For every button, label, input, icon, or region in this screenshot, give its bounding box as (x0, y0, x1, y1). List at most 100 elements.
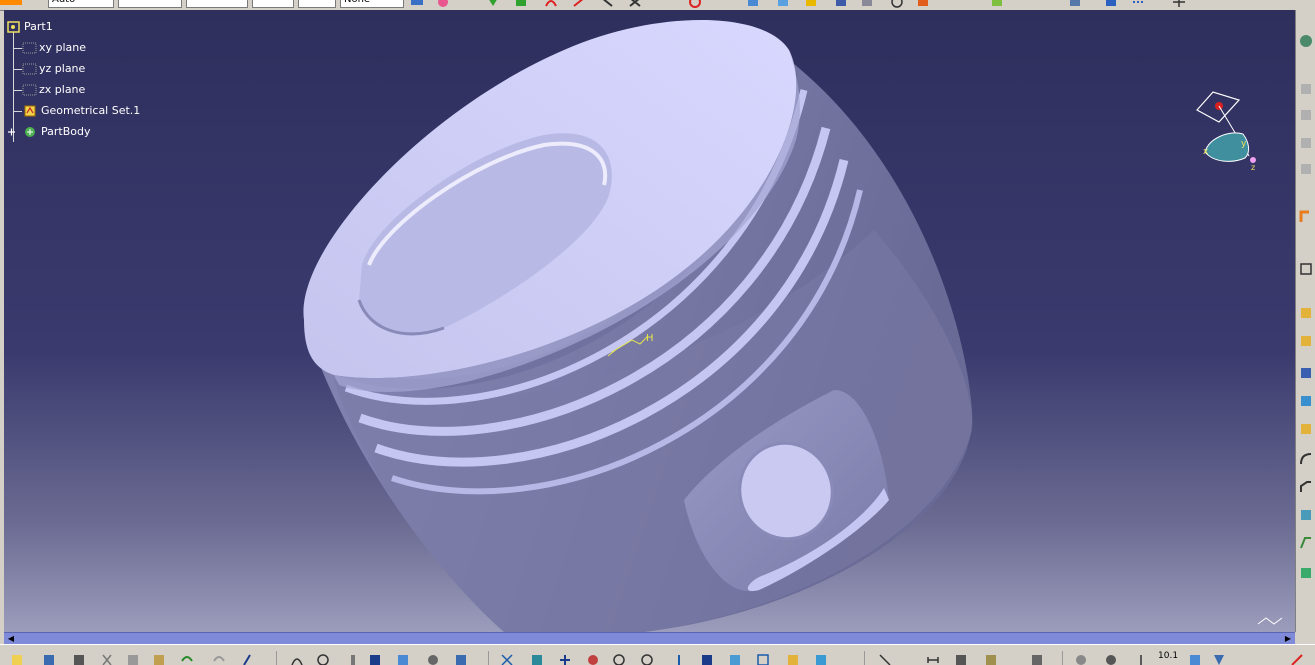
shaft-icon[interactable] (1299, 306, 1313, 320)
corner-icon[interactable] (1290, 653, 1304, 665)
analysis-icon[interactable] (1030, 653, 1044, 665)
zoom-area-icon[interactable] (612, 653, 626, 665)
toolbar-separator (864, 651, 865, 665)
orange-toolbar-icon[interactable] (0, 0, 22, 5)
color-field[interactable] (118, 0, 182, 8)
color-ball-icon[interactable] (436, 0, 450, 8)
normal-view-icon[interactable] (454, 653, 468, 665)
filter-icon[interactable] (1212, 653, 1226, 665)
line-icon[interactable] (572, 0, 586, 8)
edges-icon[interactable] (834, 0, 848, 8)
normal-to-icon[interactable] (672, 653, 686, 665)
arrow-icon[interactable] (600, 0, 614, 8)
fit-all-icon[interactable] (316, 653, 330, 665)
groove-icon[interactable] (1299, 334, 1313, 348)
shading-icon[interactable] (804, 0, 818, 8)
zoom-in-icon[interactable] (396, 653, 410, 665)
transparency-field[interactable] (186, 0, 248, 8)
snap-icon[interactable] (1132, 0, 1146, 8)
apply-material-icon[interactable] (1074, 653, 1088, 665)
select-icon[interactable] (878, 653, 892, 665)
view-mode-icon[interactable] (558, 653, 572, 665)
red-curve-icon[interactable] (544, 0, 558, 8)
measure-between-icon[interactable] (926, 653, 940, 665)
sketcher-icon[interactable] (1299, 34, 1313, 48)
painter-icon[interactable] (410, 0, 424, 8)
tree-label-partbody: PartBody (41, 125, 91, 138)
wireframe-icon[interactable] (756, 653, 770, 665)
shell-icon[interactable] (1299, 536, 1313, 550)
tree-label-zx-plane: zx plane (39, 83, 86, 96)
layer-field[interactable]: None (340, 0, 404, 8)
measure-item-icon[interactable] (954, 653, 968, 665)
constraint-icon[interactable] (1299, 82, 1313, 96)
expand-plus-icon[interactable] (7, 126, 16, 138)
shading-edges-icon[interactable] (728, 653, 742, 665)
slot-icon[interactable] (1299, 422, 1313, 436)
hide-show-icon[interactable] (860, 0, 874, 8)
tree-label-part1: Part1 (24, 20, 53, 33)
view-cube-icon[interactable] (746, 0, 760, 8)
green-arrow-icon[interactable] (486, 0, 500, 8)
3d-viewport[interactable]: H Part1 xy plane yz plane zx plane Geome… (4, 10, 1295, 632)
pocket-icon[interactable] (1299, 262, 1313, 276)
no-entry-icon[interactable] (688, 0, 702, 8)
box-green-icon[interactable] (990, 0, 1004, 8)
save-icon[interactable] (72, 653, 86, 665)
pad-icon[interactable] (1299, 210, 1313, 224)
transform-icon[interactable] (1299, 162, 1313, 176)
redo-icon[interactable] (212, 653, 226, 665)
chamfer-icon[interactable] (1299, 480, 1313, 494)
piston-model[interactable]: H (4, 10, 1295, 632)
tree-label-xy-plane: xy plane (39, 41, 87, 54)
sphere-icon[interactable] (1104, 653, 1118, 665)
scroll-right-arrow-icon[interactable]: ▶ (1283, 634, 1293, 644)
undo-icon[interactable] (180, 653, 194, 665)
compass[interactable]: x y z (1189, 78, 1261, 170)
thickness-icon[interactable] (1299, 566, 1313, 580)
draft-icon[interactable] (1299, 508, 1313, 522)
cylinder-icon[interactable] (1188, 653, 1202, 665)
target-icon[interactable] (890, 0, 904, 8)
linetype-field[interactable] (252, 0, 294, 8)
inertia-icon[interactable] (984, 653, 998, 665)
material-icon[interactable] (916, 0, 930, 8)
tree-label-geometrical-set: Geometrical Set.1 (41, 104, 141, 117)
bottom-toolbar: 10.1 (0, 644, 1315, 665)
green-shape-icon[interactable] (514, 0, 528, 8)
arrow-up-icon[interactable] (1134, 653, 1148, 665)
toolbar-separator (488, 651, 489, 665)
right-toolbar (1295, 10, 1315, 632)
pattern-icon[interactable] (1299, 108, 1313, 122)
swap-visible-icon[interactable] (814, 653, 828, 665)
shading-mode-icon[interactable] (586, 653, 600, 665)
scroll-left-arrow-icon[interactable]: ◀ (6, 634, 16, 644)
mirror-icon[interactable] (1299, 136, 1313, 150)
view-iso-icon[interactable] (776, 0, 790, 8)
fly-mode-icon[interactable] (290, 653, 304, 665)
paste-icon[interactable] (152, 653, 166, 665)
open-file-icon[interactable] (42, 653, 56, 665)
iso-view-icon[interactable] (530, 653, 544, 665)
zoom-out-icon[interactable] (426, 653, 440, 665)
fillet-icon[interactable] (1299, 452, 1313, 466)
pan-icon[interactable] (346, 653, 360, 665)
hide-show-icon[interactable] (786, 653, 800, 665)
cross-icon[interactable] (628, 0, 642, 8)
cut-icon[interactable] (100, 653, 114, 665)
copy-icon[interactable] (126, 653, 140, 665)
rib-icon[interactable] (1299, 394, 1313, 408)
quick-view-icon[interactable] (700, 653, 714, 665)
view-indicator-icon (1257, 617, 1283, 625)
thickness-field[interactable] (298, 0, 336, 8)
grid-icon[interactable] (1104, 0, 1118, 8)
zoom-minus-icon[interactable] (640, 653, 654, 665)
style-field[interactable]: Auto (48, 0, 114, 8)
rotate-icon[interactable] (368, 653, 382, 665)
new-file-icon[interactable] (10, 653, 24, 665)
multi-view-icon[interactable] (500, 653, 514, 665)
axis-system-icon[interactable] (1172, 0, 1186, 8)
measure-icon[interactable] (1068, 0, 1082, 8)
hole-icon[interactable] (1299, 366, 1313, 380)
help-icon[interactable] (242, 653, 256, 665)
